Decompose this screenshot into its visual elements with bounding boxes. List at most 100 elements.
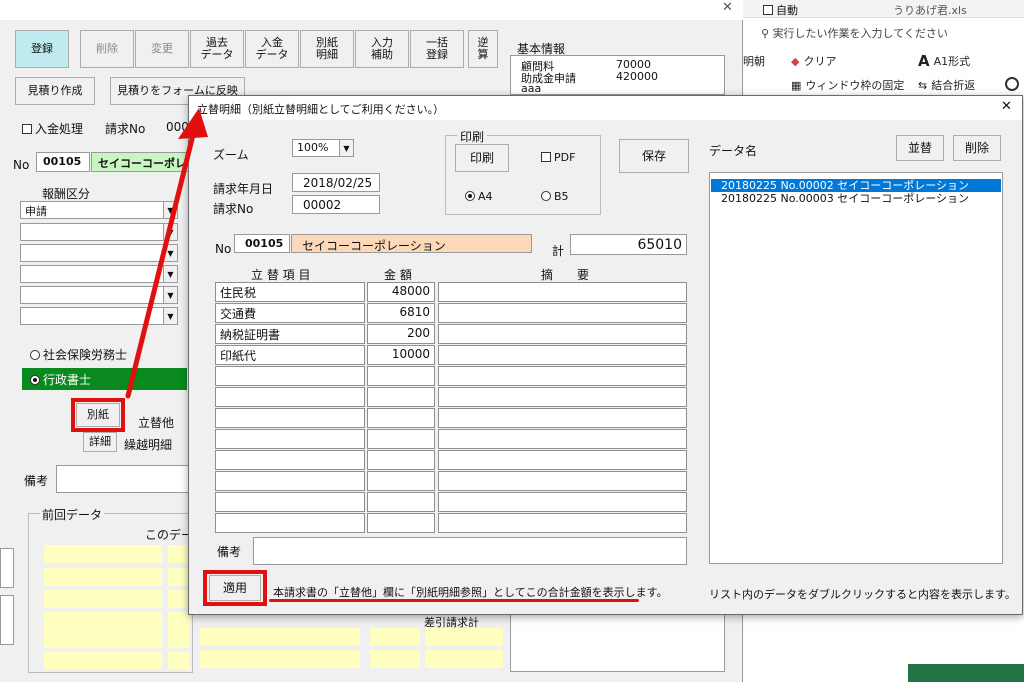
note-cell[interactable] <box>438 324 687 344</box>
amount-cell[interactable]: 6810 <box>367 303 435 323</box>
ribbon-font[interactable]: 明朝 <box>743 53 765 69</box>
list-delete-button[interactable]: 削除 <box>953 135 1001 161</box>
fee-category-select[interactable]: ▼ <box>20 244 178 262</box>
radio-admin[interactable]: 行政書士 <box>22 368 187 390</box>
chevron-down-icon[interactable]: ▼ <box>163 224 177 240</box>
dialog-close-icon[interactable]: ✕ <box>1001 99 1012 114</box>
estimate-create-button[interactable]: 見積り作成 <box>15 77 95 105</box>
item-cell[interactable] <box>215 471 365 491</box>
zoom-select[interactable]: 100% ▼ <box>292 139 354 157</box>
amount-cell[interactable] <box>367 492 435 512</box>
total-label: 計 <box>552 244 565 258</box>
amount-cell[interactable] <box>367 408 435 428</box>
item-cell[interactable] <box>215 408 365 428</box>
register-button[interactable]: 登録 <box>15 30 69 68</box>
main-titlebar <box>0 0 743 20</box>
main-close-icon[interactable]: ✕ <box>722 0 733 15</box>
note-cell[interactable] <box>438 282 687 302</box>
a4-radio[interactable]: A4 <box>465 190 493 203</box>
chevron-down-icon[interactable]: ▼ <box>163 202 177 218</box>
reverse-calc-button[interactable]: 逆 算 <box>468 30 498 68</box>
pdf-checkbox[interactable]: PDF <box>541 151 575 164</box>
dialog-biko-input[interactable] <box>253 537 687 565</box>
ribbon-clear[interactable]: ◆ クリア <box>791 53 836 69</box>
shosai-button[interactable]: 詳細 <box>83 432 117 452</box>
input-assist-button[interactable]: 入力 補助 <box>355 30 409 68</box>
amount-cell[interactable] <box>367 513 435 533</box>
note-cell[interactable] <box>438 450 687 470</box>
fee-category-select[interactable]: ▼ <box>20 265 178 283</box>
past-data-button[interactable]: 過去 データ <box>190 30 244 68</box>
amount-cell[interactable]: 10000 <box>367 345 435 365</box>
fee-category-select[interactable]: ▼ <box>20 223 178 241</box>
lightbulb-icon: ⚲ <box>761 27 770 40</box>
main-biko-label: 備考 <box>24 474 49 488</box>
ribbon-freeze[interactable]: ▦ ウィンドウ枠の固定 <box>791 77 904 93</box>
ribbon-circle-icon[interactable] <box>1005 77 1019 91</box>
note-cell[interactable] <box>438 471 687 491</box>
note-cell[interactable] <box>438 513 687 533</box>
dialog-customer-code[interactable]: 00105 <box>234 234 290 253</box>
note-cell[interactable] <box>438 492 687 512</box>
chevron-down-icon[interactable]: ▼ <box>163 308 177 324</box>
chevron-down-icon[interactable]: ▼ <box>163 287 177 303</box>
fee-category-select[interactable]: 申請 ▼ <box>20 201 178 219</box>
item-cell[interactable] <box>215 366 365 386</box>
item-cell[interactable]: 納税証明書 <box>215 324 365 344</box>
list-item[interactable]: 20180225 No.00002 セイコーコーポレーション <box>711 179 1001 192</box>
note-cell[interactable] <box>438 366 687 386</box>
chevron-down-icon[interactable]: ▼ <box>163 266 177 282</box>
amount-cell[interactable] <box>367 429 435 449</box>
dialog-invoice-no-input[interactable]: 00002 <box>292 195 380 214</box>
dialog-customer-name[interactable]: セイコーコーポレーション <box>291 234 532 253</box>
main-biko-input[interactable] <box>56 465 191 493</box>
ribbon-wrap[interactable]: ⇆ 結合折返 <box>918 77 975 93</box>
chevron-down-icon[interactable]: ▼ <box>339 140 353 156</box>
sort-button[interactable]: 並替 <box>896 135 944 161</box>
payment-data-button[interactable]: 入金 データ <box>245 30 299 68</box>
fee-category-select[interactable]: ▼ <box>20 286 178 304</box>
autosave-checkbox[interactable]: 自動 <box>763 2 798 18</box>
chevron-down-icon[interactable]: ▼ <box>163 245 177 261</box>
save-button[interactable]: 保存 <box>619 139 689 173</box>
radio-labor[interactable]: 社会保険労務士 <box>30 346 127 363</box>
excel-search[interactable]: ⚲ 実行したい作業を入力してください <box>761 25 1011 41</box>
ribbon-a1[interactable]: A A1形式 <box>918 52 970 70</box>
note-cell[interactable] <box>438 303 687 323</box>
date-input[interactable]: 2018/02/25 <box>292 173 380 192</box>
amount-cell[interactable]: 200 <box>367 324 435 344</box>
item-cell[interactable] <box>215 450 365 470</box>
change-button[interactable]: 変更 <box>135 30 189 68</box>
amount-cell[interactable] <box>367 471 435 491</box>
print-group-label: 印刷 <box>457 128 488 145</box>
print-button[interactable]: 印刷 <box>455 144 509 172</box>
date-label: 請求年月日 <box>213 182 274 196</box>
item-cell[interactable]: 交通費 <box>215 303 365 323</box>
note-cell[interactable] <box>438 429 687 449</box>
item-cell[interactable]: 印紙代 <box>215 345 365 365</box>
b5-radio[interactable]: B5 <box>541 190 569 203</box>
amount-cell[interactable]: 48000 <box>367 282 435 302</box>
bulk-register-button[interactable]: 一括 登録 <box>410 30 464 68</box>
amount-cell[interactable] <box>367 387 435 407</box>
delete-button[interactable]: 削除 <box>80 30 134 68</box>
item-cell[interactable] <box>215 492 365 512</box>
list-item[interactable]: 20180225 No.00003 セイコーコーポレーション <box>711 192 1001 205</box>
main-customer-code[interactable]: 00105 <box>36 152 90 172</box>
amount-cell[interactable] <box>367 450 435 470</box>
separate-detail-button[interactable]: 別紙 明細 <box>300 30 354 68</box>
autosave-label: 自動 <box>776 4 798 17</box>
item-cell[interactable] <box>215 513 365 533</box>
item-cell[interactable] <box>215 429 365 449</box>
main-customer-name[interactable]: セイコーコーポレー <box>91 152 191 172</box>
item-cell[interactable] <box>215 387 365 407</box>
item-cell[interactable]: 住民税 <box>215 282 365 302</box>
note-cell[interactable] <box>438 387 687 407</box>
note-cell[interactable] <box>438 408 687 428</box>
payment-process-checkbox[interactable]: 入金処理 <box>22 120 83 137</box>
fee-category-select[interactable]: ▼ <box>20 307 178 325</box>
dialog-title: 立替明細（別紙立替明細としてご利用ください。） <box>197 103 445 116</box>
amount-cell[interactable] <box>367 366 435 386</box>
note-cell[interactable] <box>438 345 687 365</box>
data-list[interactable]: 20180225 No.00002 セイコーコーポレーション 20180225 … <box>709 172 1003 564</box>
